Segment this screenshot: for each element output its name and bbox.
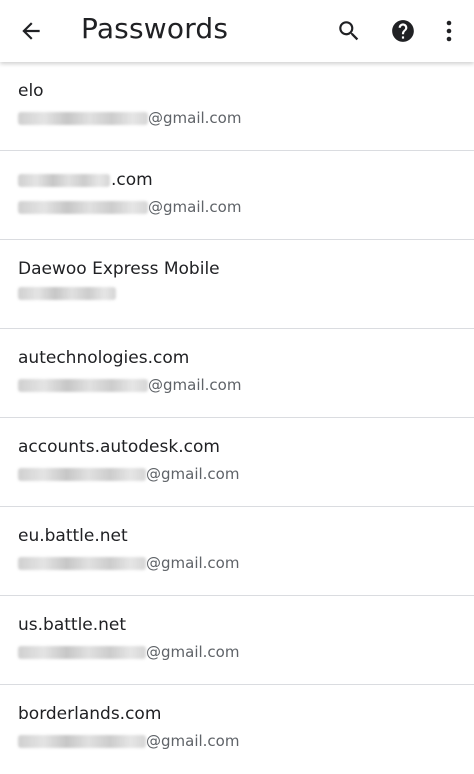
username-suffix: @gmail.com xyxy=(148,376,242,394)
username-suffix: @gmail.com xyxy=(146,465,240,483)
username: @gmail.com xyxy=(18,732,239,750)
redacted-username xyxy=(18,645,146,659)
site-name: .com xyxy=(18,170,153,190)
site-name: elo xyxy=(18,81,44,101)
search-icon[interactable] xyxy=(336,18,362,44)
username: @gmail.com xyxy=(18,109,241,127)
site-suffix: .com xyxy=(111,170,153,190)
username: @gmail.com xyxy=(18,376,241,394)
redacted-username xyxy=(18,467,146,481)
redacted-username xyxy=(18,378,148,392)
redacted-username xyxy=(18,111,148,125)
username: @gmail.com xyxy=(18,643,239,661)
redacted-username xyxy=(18,734,146,748)
username: @gmail.com xyxy=(18,554,239,572)
username-suffix: @gmail.com xyxy=(148,198,242,216)
app-bar: Passwords xyxy=(0,0,474,62)
list-item[interactable]: elo @gmail.com xyxy=(0,62,474,151)
redacted-username xyxy=(18,200,148,214)
site-name: us.battle.net xyxy=(18,615,127,635)
site-name: accounts.autodesk.com xyxy=(18,437,220,457)
more-vert-icon[interactable] xyxy=(437,17,461,45)
redacted-username xyxy=(18,556,146,570)
list-item[interactable]: autechnologies.com @gmail.com xyxy=(0,329,474,418)
site-name: borderlands.com xyxy=(18,704,162,724)
username-suffix: @gmail.com xyxy=(146,554,240,572)
password-list: elo @gmail.com .com @gmail.com Daewoo Ex… xyxy=(0,62,474,774)
site-name: autechnologies.com xyxy=(18,348,190,368)
list-item[interactable]: eu.battle.net @gmail.com xyxy=(0,507,474,596)
username-suffix: @gmail.com xyxy=(146,732,240,750)
list-item[interactable]: borderlands.com @gmail.com xyxy=(0,685,474,774)
list-item[interactable]: Daewoo Express Mobile xyxy=(0,240,474,329)
page-title: Passwords xyxy=(81,12,229,45)
list-item[interactable]: .com @gmail.com xyxy=(0,151,474,240)
list-item[interactable]: us.battle.net @gmail.com xyxy=(0,596,474,685)
site-name: Daewoo Express Mobile xyxy=(18,259,220,279)
username xyxy=(18,287,116,300)
username-suffix: @gmail.com xyxy=(148,109,242,127)
username: @gmail.com xyxy=(18,198,241,216)
redacted-username xyxy=(18,287,116,300)
list-item[interactable]: accounts.autodesk.com @gmail.com xyxy=(0,418,474,507)
back-arrow-icon[interactable] xyxy=(18,18,44,44)
redacted-site xyxy=(18,173,110,187)
site-name: eu.battle.net xyxy=(18,526,128,546)
username-suffix: @gmail.com xyxy=(146,643,240,661)
help-icon[interactable] xyxy=(390,18,416,44)
username: @gmail.com xyxy=(18,465,239,483)
